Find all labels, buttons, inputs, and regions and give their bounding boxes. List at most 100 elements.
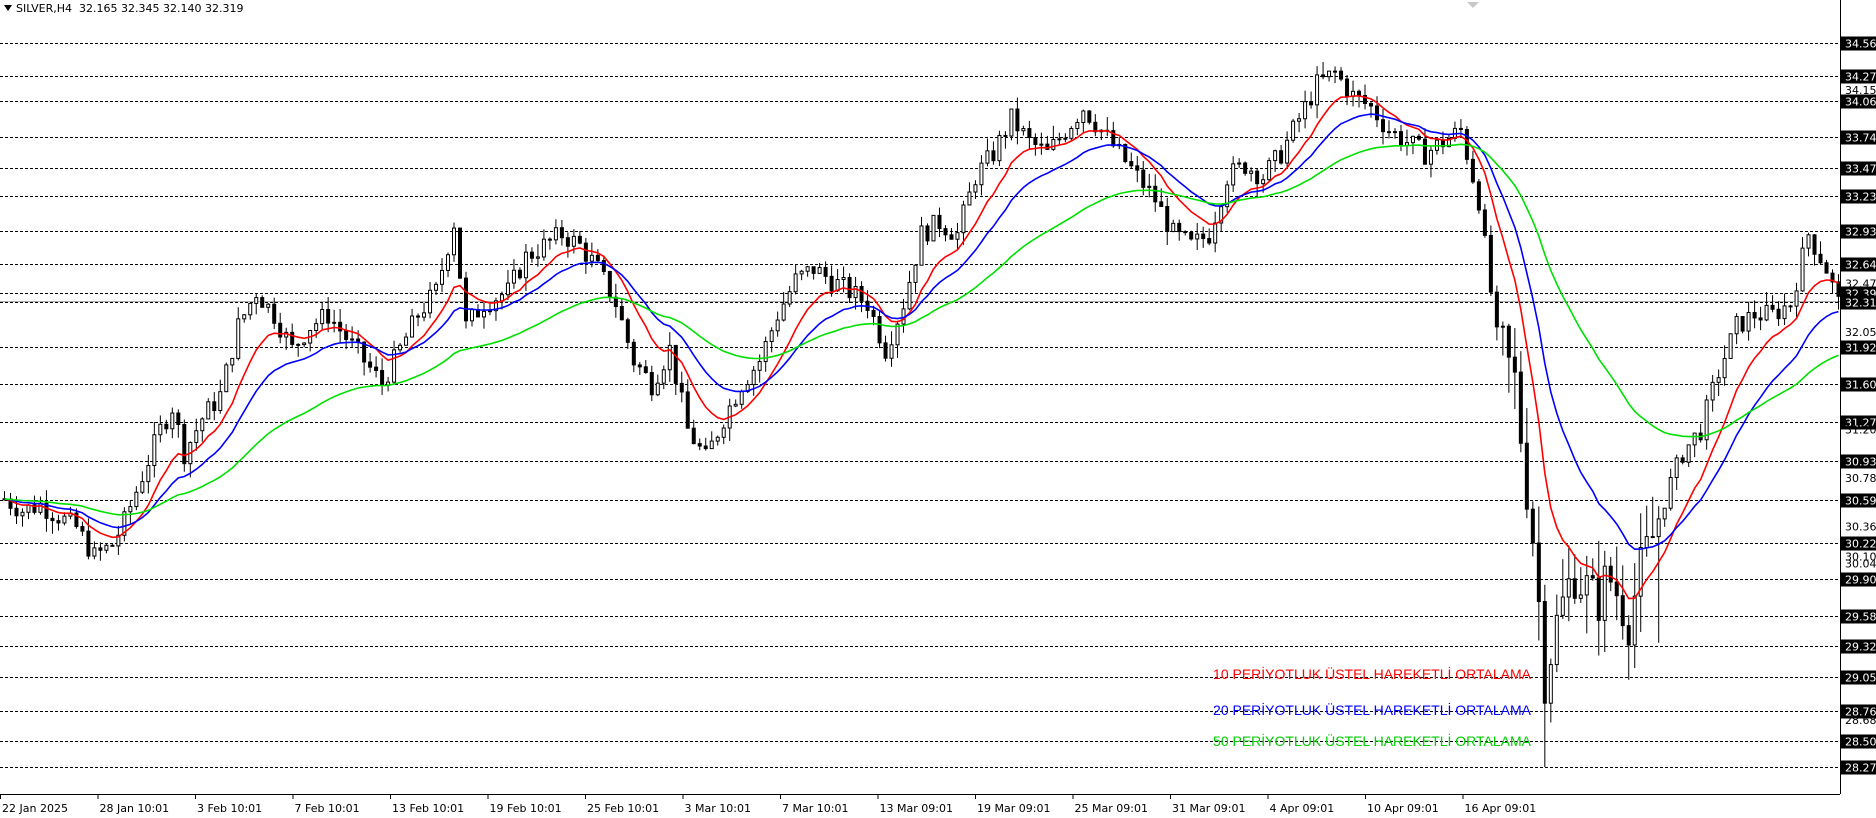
candle-body (1590, 575, 1595, 579)
candle-body (14, 507, 19, 517)
candle-body (595, 254, 600, 262)
candle-body (1728, 333, 1733, 359)
candle-body (523, 251, 528, 279)
candle-body (1812, 234, 1817, 255)
candle-body (1548, 664, 1553, 704)
candle-body (1129, 161, 1134, 167)
candle-body (1542, 601, 1547, 704)
y-tick-label: 28.68 (1845, 714, 1876, 727)
candle-body (1063, 137, 1068, 140)
candle-body (871, 309, 876, 317)
level-price-label: 30.59 (1845, 495, 1876, 508)
candle-body (56, 520, 61, 524)
candle-body (1494, 291, 1499, 328)
candle-body (200, 418, 205, 432)
level-price-label: 29.05 (1845, 672, 1876, 685)
candle-body (236, 318, 241, 359)
candle-body (272, 303, 277, 324)
candle-body (1177, 222, 1182, 233)
candle-body (565, 237, 570, 247)
candle-body (1800, 247, 1805, 292)
x-tick-label: 13 Feb 10:01 (392, 802, 464, 815)
candle-body (925, 225, 930, 242)
candle-body (1009, 108, 1014, 137)
y-tick-label: 30.78 (1845, 472, 1876, 485)
candle-body (1267, 160, 1272, 181)
candle-body (1261, 179, 1266, 185)
candle-body (1297, 118, 1302, 122)
candle-body (943, 228, 948, 236)
candle-body (853, 285, 858, 299)
candle-body (380, 369, 385, 386)
x-tick-label: 13 Mar 09:01 (880, 802, 953, 815)
candle-body (1075, 121, 1080, 129)
candle-body (194, 430, 199, 444)
candle-body (1566, 578, 1571, 598)
candle-body (1309, 101, 1314, 106)
candle-body (649, 371, 654, 396)
candle-body (511, 269, 516, 284)
candle-body (314, 323, 319, 331)
candle-body (517, 269, 522, 279)
candle-body (979, 162, 984, 186)
candle-body (505, 282, 510, 296)
candle-body (721, 427, 726, 438)
price-chart[interactable]: 34.56 34.27 34.06 33.74 33.47 33.23 32.93 32.64… (0, 0, 1876, 818)
candle-body (374, 366, 379, 371)
candle-body (481, 310, 486, 318)
candle-body (1806, 234, 1811, 249)
candle-body (931, 214, 936, 242)
candle-body (1536, 542, 1541, 603)
candle-body (140, 481, 145, 493)
candle-body (775, 319, 780, 332)
candle-body (1818, 253, 1823, 264)
candle-body (1776, 308, 1781, 320)
candle-body (991, 150, 996, 162)
candle-body (1273, 150, 1278, 162)
x-tick-label: 7 Feb 10:01 (295, 802, 360, 815)
candle-body (368, 361, 373, 368)
candle-body (1375, 105, 1380, 121)
candle-body (1602, 565, 1607, 621)
candle-body (1195, 233, 1200, 240)
candle-body (440, 269, 445, 285)
candle-body (1015, 108, 1020, 132)
x-tick-label: 4 Apr 09:01 (1270, 802, 1335, 815)
candle-body (1315, 74, 1320, 106)
candle-body (1357, 90, 1362, 97)
candle-body (1231, 163, 1236, 186)
level-price-label: 29.90 (1845, 574, 1876, 587)
candle-body (1243, 162, 1248, 174)
candle-body (458, 227, 463, 279)
candle-body (254, 297, 259, 304)
candle-body (1620, 595, 1625, 627)
dropdown-triangle-icon[interactable] (4, 5, 12, 11)
symbol-label: SILVER,H4 (16, 2, 73, 15)
candle-body (1488, 234, 1493, 293)
candle-body (1345, 78, 1350, 97)
candle-body (1758, 317, 1763, 321)
candle-body (1482, 209, 1487, 236)
candle-body (529, 251, 534, 259)
candle-body (535, 256, 540, 259)
candle-body (1824, 262, 1829, 274)
candle-body (1159, 201, 1164, 208)
candle-body (631, 341, 636, 366)
candle-body (673, 344, 678, 384)
candle-body (1644, 536, 1649, 548)
legend-ema20: 20 PERİYOTLUK ÜSTEL HAREKETLİ ORTALAMA (1213, 702, 1531, 718)
candle-body (1632, 595, 1637, 646)
candle-body (1381, 119, 1386, 133)
candle-body (1770, 304, 1775, 310)
candle-body (50, 517, 55, 522)
x-tick-label: 25 Mar 09:01 (1075, 802, 1148, 815)
candle-body (619, 306, 624, 321)
candle-body (1327, 70, 1332, 78)
candle-body (224, 364, 229, 393)
candle-body (1608, 565, 1613, 583)
candle-body (1392, 131, 1397, 134)
candle-body (158, 423, 163, 436)
candle-body (949, 234, 954, 240)
candle-body (1506, 325, 1511, 358)
candle-body (1369, 103, 1374, 107)
